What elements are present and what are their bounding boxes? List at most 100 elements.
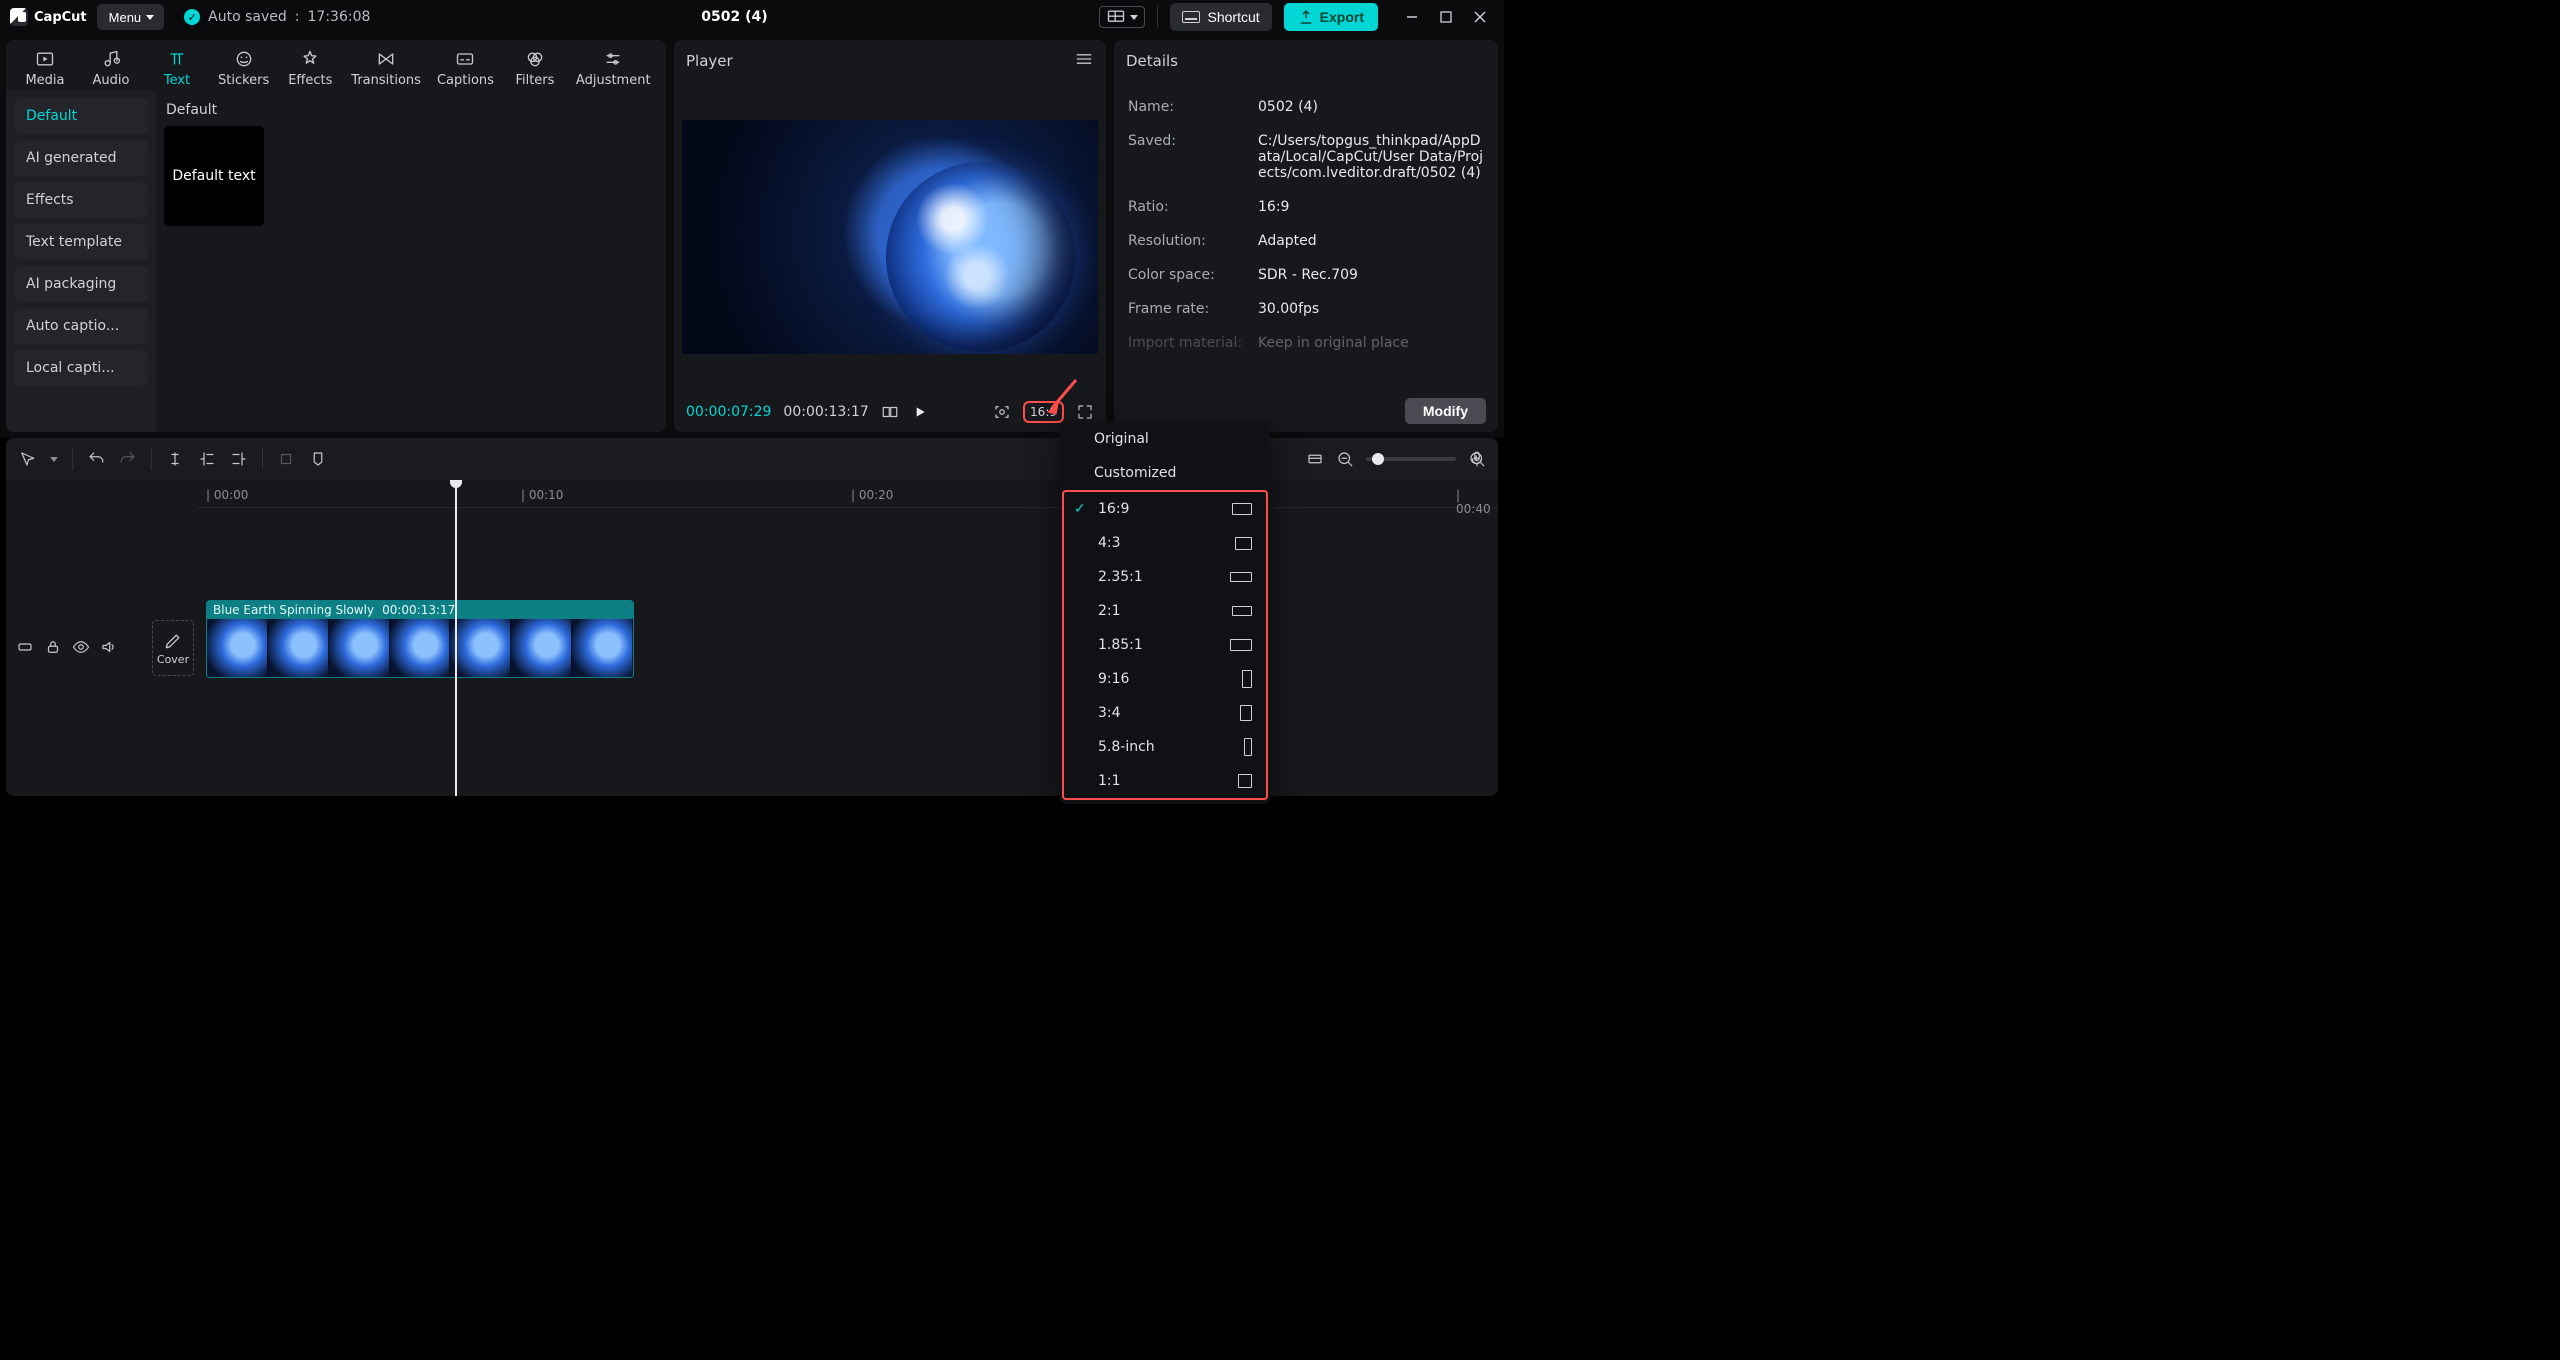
zoom-thumb[interactable]	[1372, 453, 1384, 465]
split-right-tool[interactable]	[230, 450, 248, 468]
ratio-item-3-4[interactable]: 3:4	[1064, 696, 1266, 730]
chevron-down-icon[interactable]	[50, 457, 58, 462]
tracks-area[interactable]: Cover Blue Earth Spinning Slowly 00:00:1…	[6, 508, 1498, 796]
transitions-icon	[376, 49, 396, 69]
menu-label: Menu	[109, 10, 142, 25]
undo-button[interactable]	[87, 450, 105, 468]
ratio-item-9-16[interactable]: 9:16	[1064, 662, 1266, 696]
ratio-item-2-1[interactable]: 2:1	[1064, 594, 1266, 628]
player-menu-icon[interactable]	[1074, 49, 1094, 73]
text-default-thumb[interactable]: Default text	[164, 126, 264, 226]
tab-captions[interactable]: Captions	[429, 46, 502, 90]
layout-preset-button[interactable]	[1099, 6, 1145, 28]
cat-local-captions[interactable]: Local capti...	[14, 350, 148, 386]
tab-transitions[interactable]: Transitions	[343, 46, 429, 90]
maximize-button[interactable]	[1432, 6, 1460, 28]
magnet-icon[interactable]	[16, 638, 34, 656]
tab-adjustment[interactable]: Adjustment	[568, 46, 659, 90]
ratio-dropdown: Original Customized ✓16:9 4:3 2.35:1 2:1…	[1060, 422, 1270, 804]
lock-icon[interactable]	[44, 638, 62, 656]
zoom-out-button[interactable]	[1336, 450, 1354, 468]
detail-ratio-v: 16:9	[1258, 199, 1484, 215]
window-controls	[1398, 6, 1494, 28]
separator	[1157, 6, 1158, 28]
timeline-ruler[interactable]: | 00:00 | 00:10 | 00:20 | 00:40	[196, 480, 1498, 508]
cat-ai-packaging[interactable]: AI packaging	[14, 266, 148, 302]
selection-tool[interactable]	[18, 450, 36, 468]
tab-effects-label: Effects	[288, 73, 332, 88]
track-height-icon[interactable]	[1306, 450, 1324, 468]
export-button[interactable]: Export	[1284, 3, 1378, 31]
tab-effects[interactable]: Effects	[277, 46, 343, 90]
marker-tool[interactable]	[309, 450, 327, 468]
compare-icon[interactable]	[881, 403, 899, 421]
timeline-body[interactable]: | 00:00 | 00:10 | 00:20 | 00:40 Cover	[6, 480, 1498, 796]
preview-wrap	[674, 82, 1106, 392]
ratio-item-185-1[interactable]: 1.85:1	[1064, 628, 1266, 662]
ratio-item-16-9[interactable]: ✓16:9	[1064, 492, 1266, 526]
tab-text[interactable]: Text	[144, 46, 210, 90]
play-button[interactable]	[911, 403, 929, 421]
crop-tool[interactable]	[277, 450, 295, 468]
titlebar: CapCut Menu ✓ Auto saved: 17:36:08 0502 …	[0, 0, 1504, 34]
app-root: CapCut Menu ✓ Auto saved: 17:36:08 0502 …	[0, 0, 1504, 802]
close-button[interactable]	[1466, 6, 1494, 28]
ratio-item-original[interactable]: Original	[1060, 422, 1270, 456]
tab-captions-label: Captions	[437, 73, 494, 88]
redo-button[interactable]	[119, 450, 137, 468]
detail-resolution-k: Resolution:	[1128, 233, 1248, 249]
ratio-item-1-1[interactable]: 1:1	[1064, 764, 1266, 798]
audio-icon	[101, 49, 121, 69]
detail-framerate-k: Frame rate:	[1128, 301, 1248, 317]
ratio-item-customized[interactable]: Customized	[1060, 456, 1270, 490]
tab-filters[interactable]: Filters	[502, 46, 568, 90]
video-clip[interactable]: Blue Earth Spinning Slowly 00:00:13:17	[206, 600, 634, 678]
timecode-total: 00:00:13:17	[783, 404, 868, 420]
export-icon	[1298, 9, 1314, 25]
details-header: Details	[1114, 40, 1498, 82]
cat-auto-captions[interactable]: Auto captio...	[14, 308, 148, 344]
fullscreen-icon[interactable]	[1076, 403, 1094, 421]
ratio-highlight-section: ✓16:9 4:3 2.35:1 2:1 1.85:1 9:16 3:4 5.8…	[1062, 490, 1268, 800]
ratio-item-label: 1:1	[1098, 773, 1121, 789]
video-preview[interactable]	[682, 120, 1098, 354]
cover-slot[interactable]: Cover	[152, 620, 194, 676]
close-icon	[1474, 11, 1486, 23]
filters-icon	[525, 49, 545, 69]
titlebar-right: Shortcut Export	[1099, 3, 1494, 31]
ratio-item-4-3[interactable]: 4:3	[1064, 526, 1266, 560]
tab-audio[interactable]: Audio	[78, 46, 144, 90]
project-title: 0502 (4)	[380, 9, 1088, 25]
ratio-shape-icon	[1232, 503, 1252, 515]
details-body: Name:0502 (4) Saved:C:/Users/topgus_thin…	[1114, 82, 1498, 432]
ratio-item-58-inch[interactable]: 5.8-inch	[1064, 730, 1266, 764]
zoom-slider[interactable]	[1366, 457, 1456, 461]
playhead[interactable]	[455, 480, 457, 796]
ratio-button[interactable]: 16:9	[1023, 401, 1064, 423]
ratio-shape-icon	[1230, 572, 1252, 582]
detail-import-k: Import material:	[1128, 335, 1248, 351]
check-icon: ✓	[1074, 501, 1086, 517]
split-left-tool[interactable]	[198, 450, 216, 468]
mute-icon[interactable]	[100, 638, 118, 656]
ratio-item-235-1[interactable]: 2.35:1	[1064, 560, 1266, 594]
cat-default[interactable]: Default	[14, 98, 148, 134]
ratio-shape-icon	[1240, 705, 1252, 721]
shortcut-button[interactable]: Shortcut	[1170, 3, 1272, 31]
chevron-down-icon	[146, 15, 154, 20]
tab-stickers[interactable]: Stickers	[210, 46, 277, 90]
modify-button[interactable]: Modify	[1405, 398, 1486, 424]
snapshot-icon[interactable]	[993, 403, 1011, 421]
group-label: Default	[164, 98, 658, 126]
eye-icon[interactable]	[72, 638, 90, 656]
cat-ai-generated[interactable]: AI generated	[14, 140, 148, 176]
split-tool[interactable]	[166, 450, 184, 468]
autosave-status: ✓ Auto saved: 17:36:08	[184, 9, 370, 25]
cat-text-template[interactable]: Text template	[14, 224, 148, 260]
cat-effects[interactable]: Effects	[14, 182, 148, 218]
zoom-in-button[interactable]	[1468, 450, 1486, 468]
minimize-button[interactable]	[1398, 6, 1426, 28]
tab-media[interactable]: Media	[12, 46, 78, 90]
ratio-shape-icon	[1232, 606, 1252, 616]
menu-button[interactable]: Menu	[97, 4, 165, 30]
